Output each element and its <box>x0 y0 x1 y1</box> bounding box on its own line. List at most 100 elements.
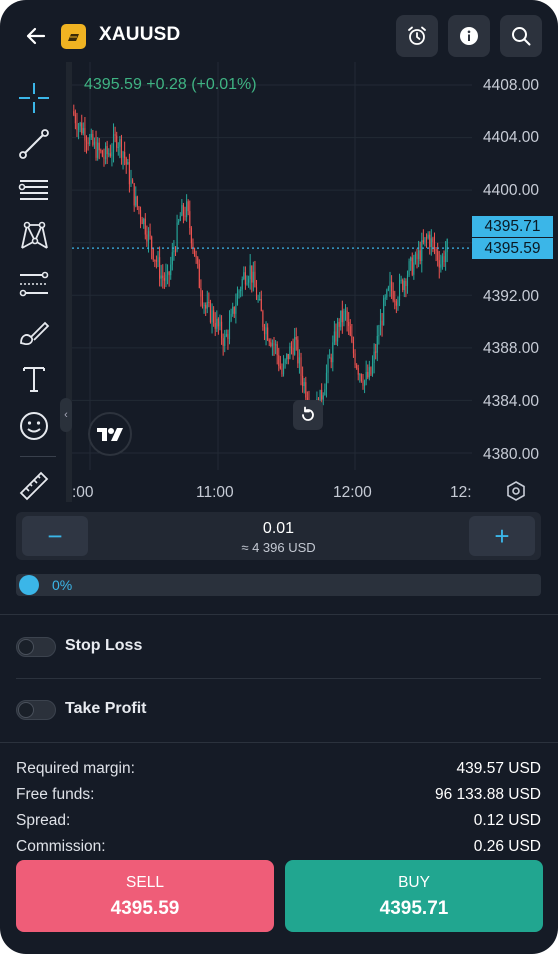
brush-icon[interactable] <box>10 312 58 352</box>
buy-button[interactable]: BUY 4395.71 <box>285 860 543 932</box>
slider-handle[interactable] <box>19 575 39 595</box>
candle-body <box>73 111 75 115</box>
candle-body <box>370 367 372 375</box>
candle-body <box>348 321 350 327</box>
candle-body <box>152 248 154 260</box>
candle-body <box>275 344 277 346</box>
sell-price: 4395.59 <box>110 898 180 919</box>
candle-body <box>352 341 355 354</box>
candle-body <box>300 357 302 376</box>
take-profit-toggle[interactable] <box>16 700 56 720</box>
candle-body <box>178 220 180 223</box>
candle-body <box>419 250 421 262</box>
candle-body <box>76 123 78 131</box>
crosshair-icon[interactable] <box>10 78 58 118</box>
candle-body <box>114 134 116 136</box>
candle-body <box>371 363 374 375</box>
candle-body <box>398 280 401 300</box>
take-profit-row[interactable]: Take Profit <box>16 698 541 722</box>
collapse-toolbar-button[interactable]: ‹ <box>60 398 72 432</box>
candle-body <box>92 133 94 145</box>
stop-loss-row[interactable]: Stop Loss <box>16 635 541 659</box>
candle-body <box>402 279 404 291</box>
buy-price: 4395.71 <box>379 898 449 919</box>
x-axis-label: 12:00 <box>333 484 372 501</box>
y-axis-label: 4388.00 <box>483 340 540 357</box>
candle-body <box>405 281 407 287</box>
sell-button[interactable]: SELL 4395.59 <box>16 860 274 932</box>
candle-body <box>136 196 138 207</box>
drawing-toolbar <box>10 72 58 502</box>
candle-body <box>195 256 197 258</box>
candle-body <box>165 274 167 281</box>
candle-body <box>85 140 88 143</box>
candle-body <box>441 256 443 265</box>
horizontal-lines-icon[interactable] <box>10 170 58 210</box>
section-divider <box>0 614 558 615</box>
candle-body <box>356 365 358 369</box>
candle-body <box>120 139 123 158</box>
candle-body <box>303 382 305 387</box>
y-axis-label: 4380.00 <box>483 446 540 463</box>
candle-body <box>109 153 111 157</box>
candle-body <box>325 372 327 390</box>
candle-body <box>189 211 191 229</box>
candle-body <box>213 310 215 323</box>
toolbar-divider <box>20 456 56 457</box>
candle-body <box>406 275 409 287</box>
candle-body <box>263 326 266 335</box>
stop-loss-label: Stop Loss <box>65 637 143 654</box>
volume-slider[interactable]: 0% <box>16 574 541 596</box>
candle-body <box>351 335 353 342</box>
candle-body <box>243 272 245 280</box>
candle-body <box>173 250 175 253</box>
candle-body <box>252 271 254 283</box>
candle-body <box>292 347 294 355</box>
text-tool-icon[interactable] <box>10 358 58 398</box>
reset-chart-button[interactable] <box>293 400 323 430</box>
trend-line-icon[interactable] <box>10 124 58 164</box>
spread-row: Spread: 0.12 USD <box>16 812 541 832</box>
candle-body <box>181 205 183 216</box>
candle-body <box>228 321 231 339</box>
fib-icon[interactable] <box>10 264 58 304</box>
chart-settings-button[interactable] <box>503 478 529 504</box>
required-margin-row: Required margin: 439.57 USD <box>16 760 541 780</box>
stop-loss-toggle[interactable] <box>16 637 56 657</box>
candle-body <box>139 210 142 219</box>
candle-body <box>111 152 113 157</box>
volume-value[interactable]: 0.01 <box>16 520 541 538</box>
toolbar-separator <box>66 62 72 502</box>
candle-body <box>219 321 221 327</box>
candle-body <box>184 215 186 218</box>
candle-body <box>122 151 124 158</box>
candle-body <box>379 320 382 336</box>
candle-body <box>160 275 162 279</box>
candle-body <box>282 363 285 375</box>
candle-body <box>440 264 442 268</box>
candle-body <box>128 162 130 185</box>
candle-body <box>422 240 424 243</box>
candle-body <box>74 114 76 124</box>
candle-body <box>418 250 420 259</box>
candle-body <box>359 374 361 376</box>
increase-volume-button[interactable]: + <box>469 516 535 556</box>
candle-body <box>267 327 269 341</box>
candle-body <box>100 150 102 152</box>
candle-body <box>233 306 235 314</box>
candle-body <box>410 257 412 262</box>
candle-body <box>279 366 281 369</box>
candle-body <box>368 367 370 378</box>
ruler-icon[interactable] <box>10 464 58 504</box>
candle-body <box>176 222 178 251</box>
candle-body <box>392 290 394 301</box>
candle-body <box>335 331 337 342</box>
candle-body <box>240 289 242 292</box>
pattern-icon[interactable] <box>10 216 58 256</box>
candle-body <box>112 134 115 153</box>
candle-body <box>255 287 258 300</box>
emoji-icon[interactable] <box>10 406 58 446</box>
candle-body <box>130 180 132 185</box>
candle-body <box>238 291 240 293</box>
section-divider <box>0 742 558 743</box>
